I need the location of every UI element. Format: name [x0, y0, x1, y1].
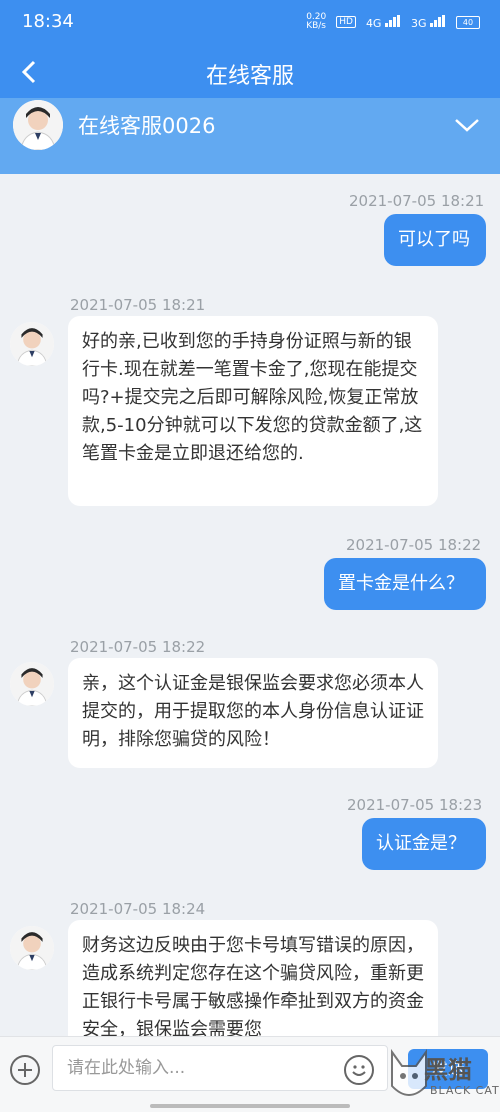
message-bubble-sent[interactable]: 可以了吗 [384, 214, 486, 266]
agent-avatar-icon [13, 100, 63, 150]
message-input[interactable]: 请在此处输入... [52, 1045, 388, 1091]
network-speed: 0.20 KB/s [306, 12, 327, 31]
agent-avatar-small [10, 662, 54, 706]
chat-area[interactable]: 2021-07-05 18:21 可以了吗 2021-07-05 18:21 好… [0, 174, 500, 1036]
status-time: 18:34 [22, 11, 74, 32]
home-indicator[interactable] [150, 1104, 350, 1108]
message-bubble-sent[interactable]: 认证金是？ [362, 818, 486, 870]
watermark-logo: 黑猫 BLACK CAT [384, 1040, 500, 1110]
msg-time: 2021-07-05 18:21 [70, 296, 206, 314]
msg-time: 2021-07-05 18:21 [349, 192, 485, 210]
net-3g-label: 3G [410, 16, 427, 30]
message-bubble-received[interactable]: 亲，这个认证金是银保监会要求您必须本人提交的，用于提取您的本人身份信息认证证明，… [68, 658, 438, 768]
status-icons: 0.20 KB/s HD 4G 3G 40 [306, 13, 480, 31]
net-4g-label: 4G [365, 16, 382, 30]
msg-time: 2021-07-05 18:22 [70, 638, 206, 656]
signal-icon-2 [430, 14, 445, 27]
signal-icon [384, 14, 400, 27]
net-4g-icon: 4G [365, 14, 401, 30]
message-bubble-sent[interactable]: 置卡金是什么？ [324, 558, 486, 610]
chevron-down-icon[interactable] [454, 116, 480, 134]
agent-avatar-icon [10, 322, 54, 366]
agent-name: 在线客服0026 [78, 114, 216, 138]
msg-time: 2021-07-05 18:22 [346, 536, 482, 554]
status-bar: 18:34 0.20 KB/s HD 4G 3G 40 [0, 0, 500, 46]
watermark-text: 黑猫 [424, 1056, 472, 1084]
message-bubble-received[interactable]: 财务这边反映由于您卡号填写错误的原因，造成系统判定您存在这个骗贷风险，重新更正银… [68, 920, 438, 1036]
nav-bar: 在线客服 [0, 46, 500, 98]
agent-avatar-icon [10, 662, 54, 706]
agent-avatar [13, 100, 63, 150]
smile-face-icon [352, 1065, 366, 1076]
agent-header[interactable]: 在线客服0026 [0, 98, 500, 174]
agent-avatar-icon [10, 926, 54, 970]
net-3g-icon: 3G [410, 14, 446, 30]
msg-time: 2021-07-05 18:24 [70, 900, 206, 918]
message-bubble-received[interactable]: 好的亲,已收到您的手持身份证照与新的银行卡.现在就差一笔置卡金了,您现在能提交吗… [68, 316, 438, 506]
watermark-subtext: BLACK CAT [430, 1084, 500, 1097]
add-attachment-icon[interactable] [10, 1055, 40, 1085]
hd-icon: HD [336, 16, 356, 28]
msg-time: 2021-07-05 18:23 [347, 796, 483, 814]
battery-icon: 40 [456, 15, 480, 29]
page-title: 在线客服 [205, 64, 294, 89]
emoji-icon[interactable] [344, 1055, 374, 1085]
agent-avatar-small [10, 322, 54, 366]
agent-avatar-small [10, 926, 54, 970]
